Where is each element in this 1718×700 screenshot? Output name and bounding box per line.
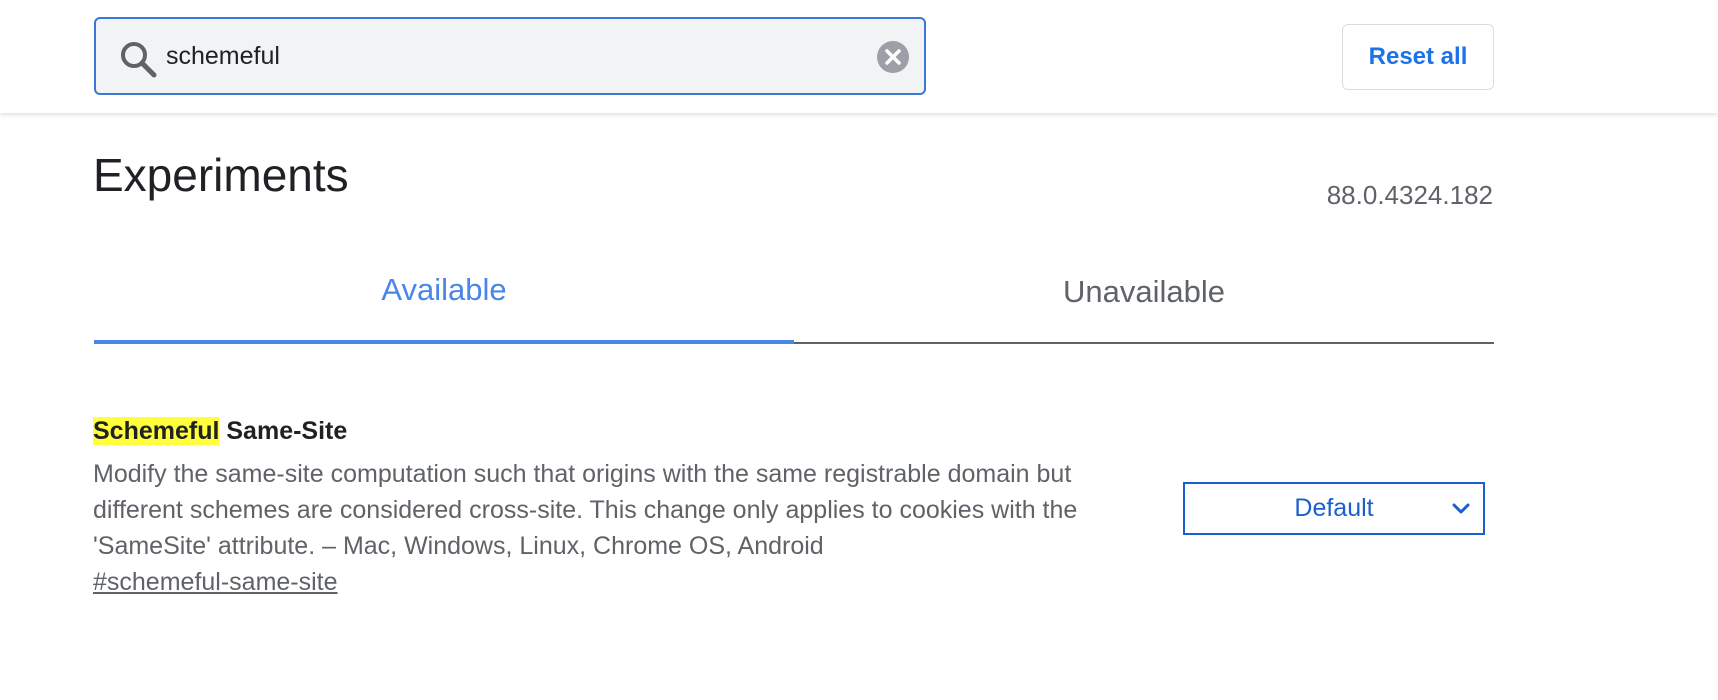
version-number: 88.0.4324.182 bbox=[1326, 180, 1493, 210]
search-input[interactable] bbox=[166, 33, 846, 79]
experiment-permalink[interactable]: #schemeful-same-site bbox=[93, 568, 338, 597]
experiment-state-select[interactable]: Default bbox=[1183, 482, 1485, 535]
chevron-down-icon bbox=[1452, 503, 1470, 514]
experiment-description: Modify the same-site computation such th… bbox=[93, 460, 1078, 560]
search-match-highlight: Schemeful bbox=[93, 417, 220, 445]
clear-icon[interactable] bbox=[876, 40, 910, 74]
flags-header: Reset all bbox=[0, 0, 1718, 113]
reset-all-button[interactable]: Reset all bbox=[1342, 24, 1494, 90]
select-value: Default bbox=[1294, 494, 1374, 522]
search-icon bbox=[121, 42, 157, 78]
tab-unavailable[interactable]: Unavailable bbox=[794, 240, 1494, 344]
tab-available[interactable]: Available bbox=[94, 240, 794, 344]
experiment-title-rest: Same-Site bbox=[219, 417, 348, 445]
tab-bar: Available Unavailable bbox=[94, 240, 1494, 344]
experiment-title: Schemeful Same-Site bbox=[93, 414, 1513, 448]
search-box[interactable] bbox=[94, 17, 926, 95]
page-title: Experiments bbox=[93, 149, 349, 201]
